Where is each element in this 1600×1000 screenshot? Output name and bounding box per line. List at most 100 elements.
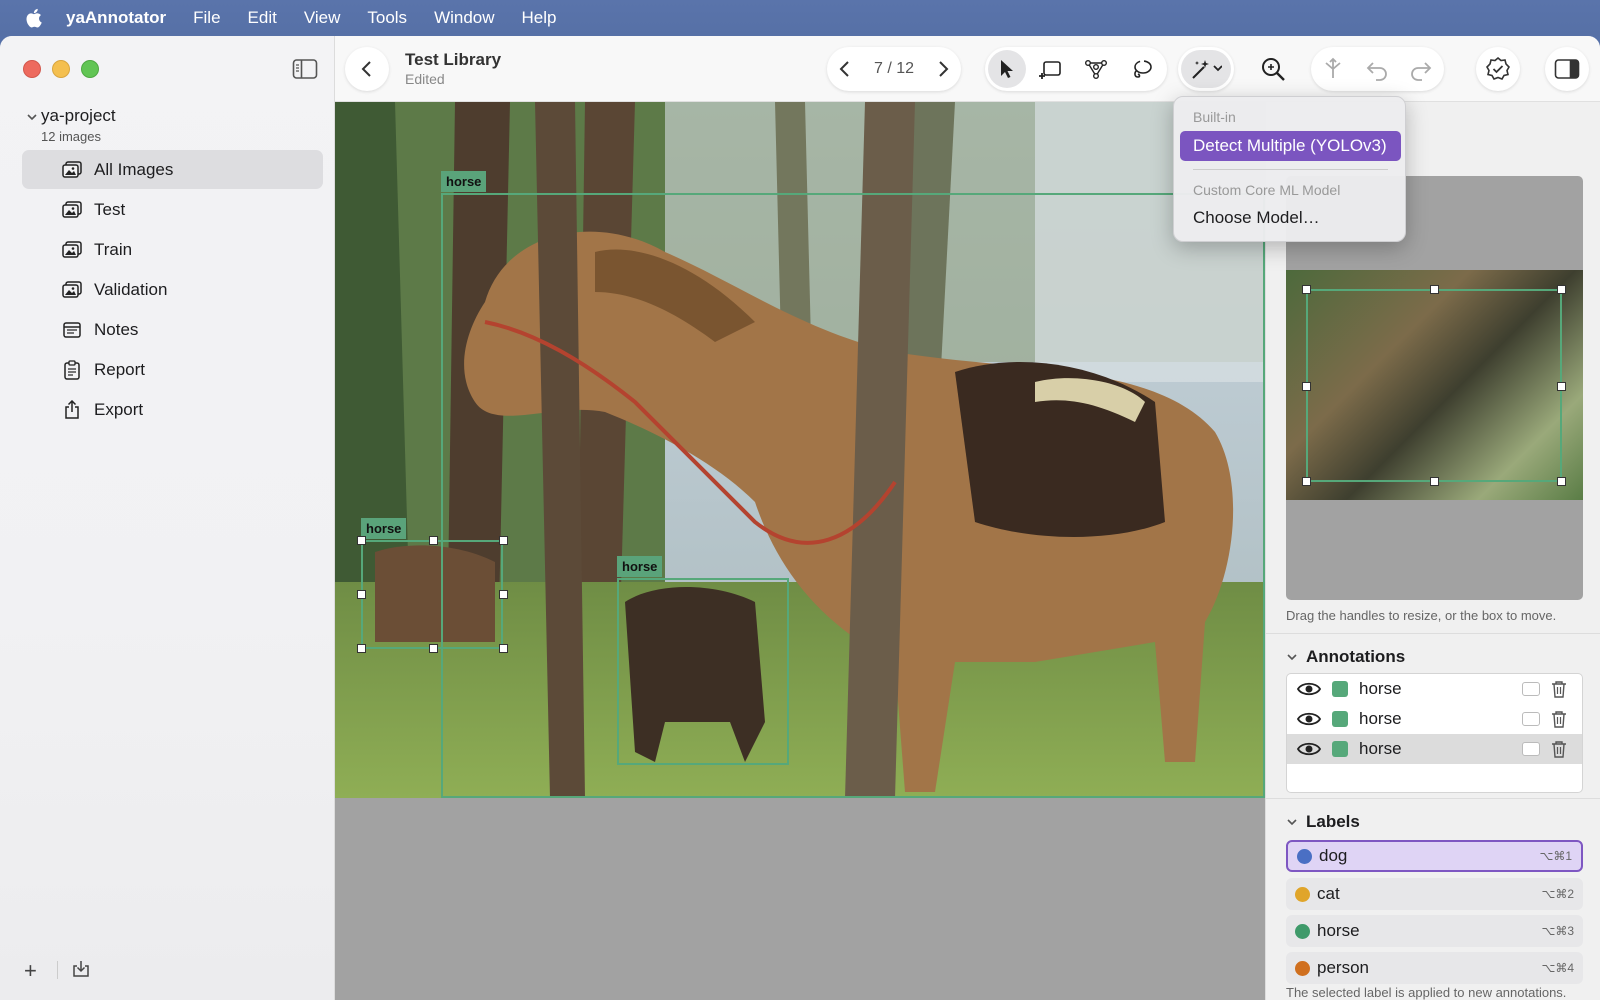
sidebar-item-notes[interactable]: Notes [22, 310, 323, 349]
resize-handle[interactable] [1302, 382, 1311, 391]
inspector-toggle-button[interactable] [1545, 47, 1589, 91]
sidebar-item-label: Report [94, 359, 146, 379]
label-item-person[interactable]: person ⌥⌘4 [1286, 952, 1583, 984]
sidebar-nav: All Images Test Train Validation Notes R… [22, 150, 323, 430]
annotation-box-selected[interactable]: horse [357, 518, 508, 653]
redo-button[interactable] [1402, 50, 1440, 88]
annotations-section-header[interactable]: Annotations [1286, 647, 1405, 667]
menu-view[interactable]: View [304, 8, 341, 28]
menu-section-custom: Custom Core ML Model [1193, 182, 1341, 198]
polygon-tool-button[interactable] [1077, 50, 1115, 88]
sidebar-item-label: Test [94, 199, 126, 219]
zoom-window-button[interactable] [81, 60, 99, 78]
auto-detect-menu-button[interactable] [1178, 47, 1234, 91]
annotation-checkbox[interactable] [1522, 682, 1540, 696]
label-shortcut: ⌥⌘4 [1541, 961, 1574, 975]
annotation-box[interactable]: horse [617, 556, 789, 765]
import-icon[interactable] [72, 960, 90, 978]
annotation-canvas[interactable]: horse horse horse [335, 102, 1265, 1000]
add-button[interactable]: + [24, 958, 37, 984]
label-item-dog[interactable]: dog ⌥⌘1 [1286, 840, 1583, 872]
minimize-window-button[interactable] [52, 60, 70, 78]
resize-handle[interactable] [429, 536, 438, 545]
resize-handle[interactable] [357, 644, 366, 653]
chevron-left-icon [361, 61, 371, 77]
project-image-count: 12 images [41, 129, 101, 144]
sidebar-item-label: Validation [94, 279, 168, 299]
sidebar-item-export[interactable]: Export [22, 390, 323, 429]
annotations-title: Annotations [1306, 647, 1406, 666]
labels-title: Labels [1306, 812, 1360, 831]
resize-handle[interactable] [499, 536, 508, 545]
menu-file[interactable]: File [193, 8, 220, 28]
menu-tools[interactable]: Tools [367, 8, 407, 28]
crop-preview-box[interactable] [1302, 285, 1566, 486]
menu-help[interactable]: Help [522, 8, 557, 28]
detect-multiple-yolov3-item[interactable]: Detect Multiple (YOLOv3) [1180, 131, 1401, 161]
trash-icon[interactable] [1551, 710, 1567, 728]
verify-button[interactable] [1476, 47, 1520, 91]
sidebar-item-label: Train [94, 239, 133, 259]
eye-icon[interactable] [1297, 741, 1321, 757]
back-button[interactable] [345, 47, 389, 91]
annotation-row[interactable]: horse [1287, 674, 1582, 704]
zoom-button[interactable] [1251, 47, 1295, 91]
resize-handle[interactable] [1430, 285, 1439, 294]
resize-handle[interactable] [1557, 477, 1566, 486]
menu-item-label: Detect Multiple (YOLOv3) [1193, 136, 1387, 155]
sidebar-item-label: All Images [94, 159, 174, 179]
lasso-tool-button[interactable] [1123, 50, 1161, 88]
sidebar-item-all-images[interactable]: All Images [22, 150, 323, 189]
rectangle-tool-button[interactable] [1031, 50, 1069, 88]
resize-handle[interactable] [1430, 477, 1439, 486]
apple-menu-icon[interactable] [24, 7, 46, 29]
trash-icon[interactable] [1551, 740, 1567, 758]
eye-icon[interactable] [1297, 711, 1321, 727]
annotation-checkbox[interactable] [1522, 712, 1540, 726]
previous-image-button[interactable] [837, 60, 853, 78]
resize-handle[interactable] [1302, 477, 1311, 486]
sidebar-item-report[interactable]: Report [22, 350, 323, 389]
next-image-button[interactable] [935, 60, 951, 78]
labels-section-header[interactable]: Labels [1286, 812, 1360, 832]
annotation-checkbox[interactable] [1522, 742, 1540, 756]
resize-handle[interactable] [499, 644, 508, 653]
resize-handle[interactable] [357, 590, 366, 599]
menu-edit[interactable]: Edit [248, 8, 277, 28]
merge-button[interactable] [1314, 50, 1352, 88]
resize-handle[interactable] [1557, 382, 1566, 391]
close-window-button[interactable] [23, 60, 41, 78]
labels-hint: The selected label is applied to new ann… [1286, 985, 1567, 1000]
label-item-cat[interactable]: cat ⌥⌘2 [1286, 878, 1583, 910]
label-item-horse[interactable]: horse ⌥⌘3 [1286, 915, 1583, 947]
menu-bar: yaAnnotator File Edit View Tools Window … [0, 0, 1600, 36]
choose-model-item[interactable]: Choose Model… [1180, 203, 1401, 233]
annotation-row-selected[interactable]: horse [1287, 734, 1582, 764]
auto-detect-menu: Built-in Detect Multiple (YOLOv3) Custom… [1173, 96, 1406, 242]
sidebar-item-label: Export [94, 399, 144, 419]
sidebar-item-validation[interactable]: Validation [22, 270, 323, 309]
annotation-row[interactable]: horse [1287, 704, 1582, 734]
trash-icon[interactable] [1551, 680, 1567, 698]
magic-wand-button[interactable] [1181, 50, 1231, 88]
page-counter: 7 / 12 [873, 60, 915, 77]
sidebar-toggle-icon[interactable] [292, 58, 318, 80]
resize-handle[interactable] [429, 644, 438, 653]
image-preview[interactable]: horse horse horse [335, 102, 1265, 798]
label-color-dot [1295, 923, 1310, 939]
checkmark-seal-icon [1486, 56, 1510, 80]
resize-handle[interactable] [1302, 285, 1311, 294]
chevron-down-icon[interactable] [26, 111, 38, 123]
eye-icon[interactable] [1297, 681, 1321, 697]
select-tool-button[interactable] [988, 50, 1026, 88]
sidebar-item-test[interactable]: Test [22, 190, 323, 229]
menu-app-name[interactable]: yaAnnotator [66, 8, 166, 28]
undo-button[interactable] [1358, 50, 1396, 88]
resize-handle[interactable] [499, 590, 508, 599]
resize-handle[interactable] [1557, 285, 1566, 294]
sidebar-item-train[interactable]: Train [22, 230, 323, 269]
menu-window[interactable]: Window [434, 8, 494, 28]
label-name: person [1317, 958, 1369, 977]
annotation-box[interactable]: horse [441, 171, 1265, 798]
resize-handle[interactable] [357, 536, 366, 545]
